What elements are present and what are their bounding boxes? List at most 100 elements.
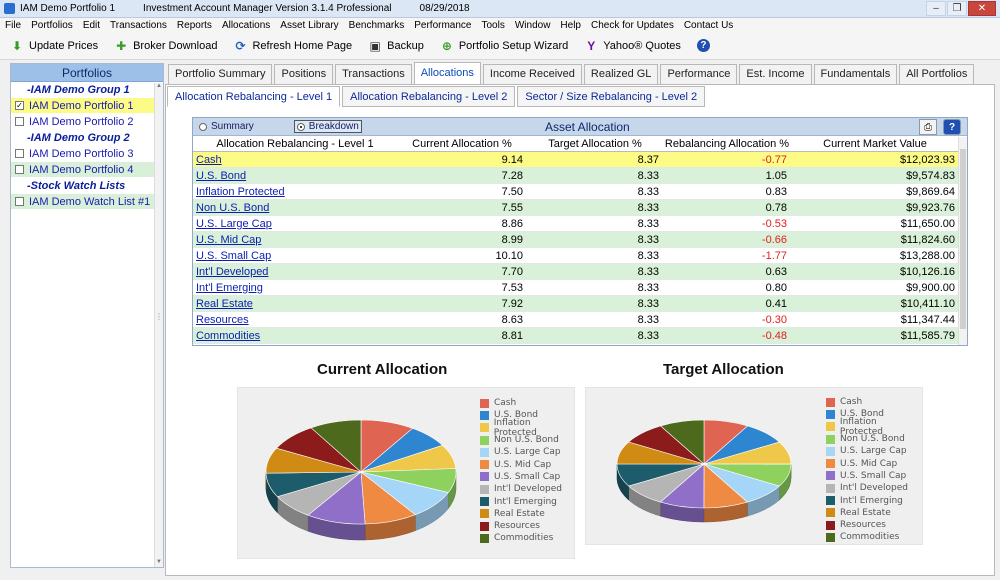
subtab-sector-size-rebalancing-level-2[interactable]: Sector / Size Rebalancing - Level 2 xyxy=(517,86,706,107)
category-link[interactable]: Inflation Protected xyxy=(196,186,285,198)
breakdown-radio[interactable]: Breakdown xyxy=(293,120,362,133)
refresh-home-button[interactable]: ⟳ Refresh Home Page xyxy=(233,39,352,53)
table-row[interactable]: U.S. Small Cap 10.10 8.33 -1.77 $13,288.00 xyxy=(193,248,959,264)
menu-item-contact-us[interactable]: Contact Us xyxy=(679,20,738,31)
menu-item-file[interactable]: File xyxy=(0,20,26,31)
portfolio-item[interactable]: IAM Demo Portfolio 3 xyxy=(11,146,163,162)
legend-swatch xyxy=(480,533,489,543)
table-row[interactable]: Int'l Developed 7.70 8.33 0.63 $10,126.16 xyxy=(193,264,959,280)
menu-item-asset-library[interactable]: Asset Library xyxy=(275,20,343,31)
tab-performance[interactable]: Performance xyxy=(660,64,738,84)
legend-entry: Commodities xyxy=(826,531,922,543)
portfolio-item[interactable]: ✓ IAM Demo Portfolio 1 xyxy=(11,98,163,114)
radio-selected-icon xyxy=(296,122,305,131)
category-link[interactable]: Non U.S. Bond xyxy=(196,202,269,214)
menu-item-help[interactable]: Help xyxy=(555,20,586,31)
legend-swatch xyxy=(826,422,835,432)
tab-realized-gl[interactable]: Realized GL xyxy=(583,64,659,84)
setup-wizard-button[interactable]: ⊕ Portfolio Setup Wizard xyxy=(440,39,568,53)
portfolio-checkbox[interactable] xyxy=(15,117,24,126)
category-link[interactable]: U.S. Bond xyxy=(196,170,246,182)
tab-fundamentals[interactable]: Fundamentals xyxy=(813,64,898,84)
tab-portfolio-summary[interactable]: Portfolio Summary xyxy=(168,64,273,84)
help-button[interactable]: ? xyxy=(696,39,715,52)
table-row[interactable]: Inflation Protected 7.50 8.33 0.83 $9,869.64 xyxy=(193,184,959,200)
category-link[interactable]: U.S. Mid Cap xyxy=(196,234,261,246)
table-row[interactable]: Non U.S. Bond 7.55 8.33 0.78 $9,923.76 xyxy=(193,200,959,216)
subtab-allocation-rebalancing-level-2[interactable]: Allocation Rebalancing - Level 2 xyxy=(342,86,516,107)
backup-button[interactable]: ▣ Backup xyxy=(368,39,423,53)
portfolio-group[interactable]: -Stock Watch Lists xyxy=(11,178,163,194)
category-link[interactable]: U.S. Large Cap xyxy=(196,218,272,230)
splitter-grip[interactable]: ⋮ xyxy=(155,312,163,321)
table-row[interactable]: Int'l Emerging 7.53 8.33 0.80 $9,900.00 xyxy=(193,280,959,296)
panel-help-button[interactable]: ? xyxy=(943,119,961,135)
table-row[interactable]: U.S. Mid Cap 8.99 8.33 -0.66 $11,824.60 xyxy=(193,232,959,248)
menu-item-portfolios[interactable]: Portfolios xyxy=(26,20,78,31)
legend-entry: Cash xyxy=(480,397,574,409)
portfolio-checkbox[interactable] xyxy=(15,197,24,206)
col-rebalancing-allocation[interactable]: Rebalancing Allocation % xyxy=(663,138,791,150)
category-link[interactable]: Commodities xyxy=(196,330,260,342)
tab-transactions[interactable]: Transactions xyxy=(335,64,412,84)
menu-item-reports[interactable]: Reports xyxy=(172,20,217,31)
portfolio-item[interactable]: IAM Demo Portfolio 4 xyxy=(11,162,163,178)
tab-allocations[interactable]: Allocations xyxy=(413,62,481,84)
yahoo-quotes-button[interactable]: Y Yahoo® Quotes xyxy=(584,39,681,53)
portfolio-scrollbar[interactable]: ▲ ▼ xyxy=(154,83,163,567)
portfolio-checkbox[interactable] xyxy=(15,149,24,158)
market-value-cell: $11,650.00 xyxy=(900,217,955,230)
product-version: Investment Account Manager Version 3.1.4… xyxy=(143,3,392,14)
restore-button[interactable]: ❐ xyxy=(947,1,967,16)
menu-item-performance[interactable]: Performance xyxy=(409,20,476,31)
col-category[interactable]: Allocation Rebalancing - Level 1 xyxy=(193,138,397,150)
tab-positions[interactable]: Positions xyxy=(274,64,334,84)
broker-download-button[interactable]: ✚ Broker Download xyxy=(114,39,217,53)
print-button[interactable]: ⎙ xyxy=(919,119,937,135)
col-market-value[interactable]: Current Market Value xyxy=(791,138,959,150)
legend-swatch xyxy=(480,509,489,519)
category-link[interactable]: U.S. Small Cap xyxy=(196,250,271,262)
portfolio-item[interactable]: IAM Demo Portfolio 2 xyxy=(11,114,163,130)
category-link[interactable]: Resources xyxy=(196,314,249,326)
menu-item-transactions[interactable]: Transactions xyxy=(105,20,172,31)
category-link[interactable]: Cash xyxy=(196,154,222,166)
tab-est-income[interactable]: Est. Income xyxy=(739,64,812,84)
category-link[interactable]: Int'l Emerging xyxy=(196,282,263,294)
title-bar: IAM Demo Portfolio 1 Investment Account … xyxy=(0,0,1000,18)
table-row[interactable]: U.S. Bond 7.28 8.33 1.05 $9,574.83 xyxy=(193,168,959,184)
summary-radio[interactable]: Summary xyxy=(199,121,254,132)
table-row[interactable]: Cash 9.14 8.37 -0.77 $12,023.93 xyxy=(193,152,959,168)
menu-item-tools[interactable]: Tools xyxy=(476,20,509,31)
menu-item-allocations[interactable]: Allocations xyxy=(217,20,275,31)
current-allocation-pie xyxy=(265,419,457,541)
portfolio-item[interactable]: IAM Demo Watch List #1 xyxy=(11,194,163,210)
target-allocation-cell: 8.33 xyxy=(637,281,659,294)
menu-item-check-for-updates[interactable]: Check for Updates xyxy=(586,20,679,31)
menu-item-window[interactable]: Window xyxy=(510,20,556,31)
table-scrollbar[interactable] xyxy=(958,137,967,345)
rebalancing-allocation-cell: 0.63 xyxy=(765,265,787,278)
portfolio-group[interactable]: -IAM Demo Group 2 xyxy=(11,130,163,146)
tab-income-received[interactable]: Income Received xyxy=(482,64,582,84)
menu-item-edit[interactable]: Edit xyxy=(78,20,105,31)
update-prices-button[interactable]: ⬇ Update Prices xyxy=(10,39,98,53)
table-row[interactable]: Resources 8.63 8.33 -0.30 $11,347.44 xyxy=(193,312,959,328)
tab-all-portfolios[interactable]: All Portfolios xyxy=(899,64,975,84)
help-icon: ? xyxy=(696,39,710,52)
col-target-allocation[interactable]: Target Allocation % xyxy=(527,138,663,150)
portfolio-checkbox[interactable] xyxy=(15,165,24,174)
minimize-button[interactable]: – xyxy=(926,1,946,16)
menu-item-benchmarks[interactable]: Benchmarks xyxy=(344,20,410,31)
table-row[interactable]: U.S. Large Cap 8.86 8.33 -0.53 $11,650.00 xyxy=(193,216,959,232)
portfolio-group-label: -IAM Demo Group 2 xyxy=(27,131,130,144)
category-link[interactable]: Real Estate xyxy=(196,298,253,310)
table-row[interactable]: Commodities 8.81 8.33 -0.48 $11,585.79 xyxy=(193,328,959,344)
category-link[interactable]: Int'l Developed xyxy=(196,266,268,278)
table-row[interactable]: Real Estate 7.92 8.33 0.41 $10,411.10 xyxy=(193,296,959,312)
portfolio-group[interactable]: -IAM Demo Group 1 xyxy=(11,82,163,98)
portfolio-checkbox[interactable]: ✓ xyxy=(15,101,24,110)
col-current-allocation[interactable]: Current Allocation % xyxy=(397,138,527,150)
close-button[interactable]: ✕ xyxy=(968,1,996,16)
subtab-allocation-rebalancing-level-1[interactable]: Allocation Rebalancing - Level 1 xyxy=(167,86,341,107)
